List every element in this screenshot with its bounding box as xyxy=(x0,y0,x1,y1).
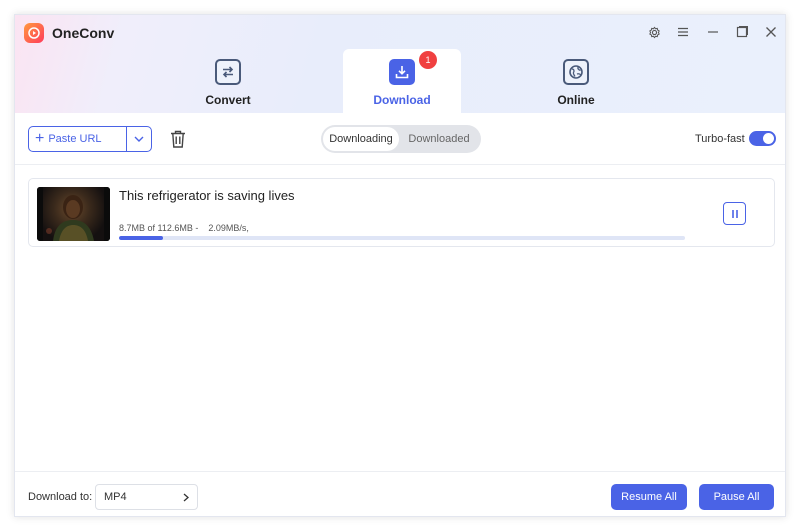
toggle-knob xyxy=(763,133,774,144)
tab-convert-label: Convert xyxy=(205,93,251,107)
resume-all-button[interactable]: Resume All xyxy=(611,484,687,510)
maximize-icon[interactable] xyxy=(732,23,752,41)
turbo-fast-label: Turbo-fast xyxy=(695,133,745,145)
close-icon[interactable] xyxy=(761,23,781,41)
convert-icon xyxy=(215,59,241,85)
plus-icon: + xyxy=(35,130,45,147)
chevron-down-icon xyxy=(134,136,144,142)
chevron-right-icon xyxy=(183,493,189,501)
download-to-label: Download to: xyxy=(28,491,93,503)
download-item: This refrigerator is saving lives 8.7MB … xyxy=(28,178,775,247)
globe-icon xyxy=(563,59,589,85)
paste-url-dropdown-button[interactable] xyxy=(126,127,151,151)
minimize-icon[interactable] xyxy=(703,23,723,41)
app-logo-icon xyxy=(24,23,44,43)
turbo-fast-toggle[interactable] xyxy=(749,131,776,146)
pause-all-button[interactable]: Pause All xyxy=(699,484,774,510)
trash-icon[interactable] xyxy=(169,129,187,149)
tab-download-label: Download xyxy=(373,93,431,107)
divider xyxy=(15,471,785,472)
progress-bar-fill xyxy=(119,236,163,240)
progress-bar xyxy=(119,236,685,240)
settings-icon[interactable] xyxy=(644,23,664,41)
tab-convert[interactable]: Convert xyxy=(169,49,287,113)
download-progress-text: 8.7MB of 112.6MB - 2.09MB/s, xyxy=(119,223,249,233)
tab-online-label: Online xyxy=(557,93,595,107)
tab-download[interactable]: 1 Download xyxy=(343,49,461,113)
video-thumbnail xyxy=(37,187,110,241)
menu-icon[interactable] xyxy=(673,23,693,41)
pause-icon xyxy=(731,209,738,218)
download-status-switch: Downloading Downloaded xyxy=(321,125,481,153)
segment-downloaded[interactable]: Downloaded xyxy=(399,127,479,151)
header: OneConv Convert 1 Download Online xyxy=(15,15,785,113)
format-select[interactable]: MP4 xyxy=(95,484,198,510)
paste-url-label: Paste URL xyxy=(48,133,102,145)
tab-online[interactable]: Online xyxy=(517,49,635,113)
app-title: OneConv xyxy=(52,25,115,41)
paste-url-group: + Paste URL xyxy=(28,126,152,152)
app-window: OneConv Convert 1 Download Online + Past… xyxy=(14,14,786,517)
divider xyxy=(15,164,785,165)
pause-button[interactable] xyxy=(723,202,746,225)
download-count-badge: 1 xyxy=(419,51,437,69)
download-icon xyxy=(389,59,415,85)
format-select-value: MP4 xyxy=(104,491,127,503)
download-title: This refrigerator is saving lives xyxy=(119,188,295,203)
segment-downloading[interactable]: Downloading xyxy=(323,127,399,151)
paste-url-button[interactable]: + Paste URL xyxy=(29,127,126,151)
